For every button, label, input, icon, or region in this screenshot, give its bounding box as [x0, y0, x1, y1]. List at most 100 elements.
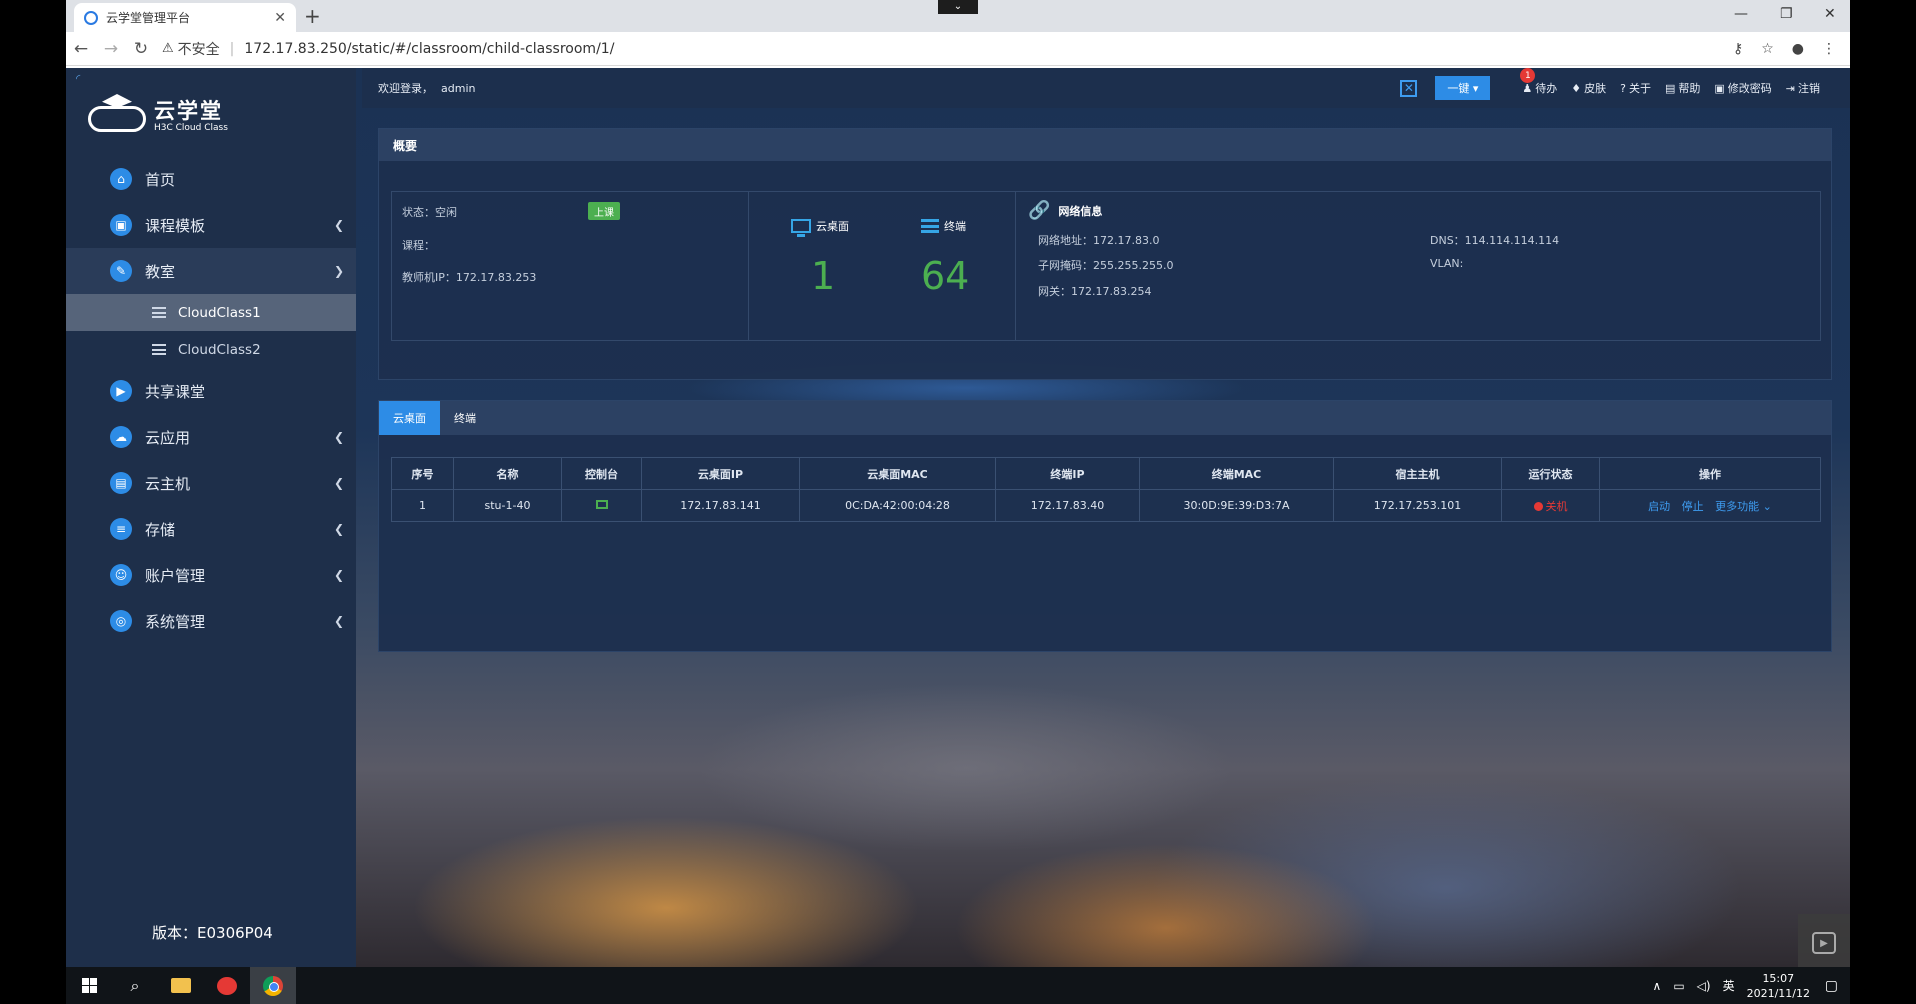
stop-link[interactable]: 停止 [1682, 500, 1704, 513]
help-button[interactable]: ▤ 帮助 [1665, 80, 1700, 96]
row-desktop-ip: 172.17.83.141 [641, 489, 800, 522]
snail-app-button[interactable] [204, 967, 250, 1004]
chevron-left-icon: ❮ [333, 614, 344, 628]
tab-strip: 云学堂管理平台 ✕ + ⌄ — ❐ ✕ [66, 0, 1850, 32]
browser-tab[interactable]: 云学堂管理平台 ✕ [74, 3, 296, 32]
sidebar-item-storage[interactable]: ≡ 存储 ❮ [66, 506, 356, 552]
table-header-row: 序号 名称 控制台 云桌面IP 云桌面MAC 终端IP 终端MAC 宿主主机 运… [391, 457, 1821, 490]
ime-indicator[interactable]: 英 [1723, 977, 1735, 994]
reload-button[interactable]: ↻ [126, 39, 156, 59]
dns: DNS：114.114.114.114 [1430, 234, 1560, 247]
fullscreen-icon[interactable]: ✕ [1400, 79, 1418, 97]
change-password-button[interactable]: ▣ 修改密码 [1714, 80, 1771, 96]
link-icon: 🔗 [1028, 200, 1051, 221]
sidebar-item-cloud-apps[interactable]: ☁ 云应用 ❮ [66, 414, 356, 460]
sidebar-item-accounts[interactable]: ☺ 账户管理 ❮ [66, 552, 356, 598]
clock[interactable]: 15:07 2021/11/12 [1747, 971, 1810, 1001]
chevron-up-icon[interactable]: ∧ [1653, 979, 1662, 993]
chevron-down-icon[interactable]: ⌄ [938, 0, 978, 14]
floating-widget-button[interactable]: ▶ [1798, 914, 1850, 967]
chevron-left-icon: ❮ [333, 568, 344, 582]
row-terminal-ip: 172.17.83.40 [995, 489, 1140, 522]
overview-panel: 概要 状态：空闲 上课 课程： 教师机IP：172.17.83.253 云桌面 … [378, 128, 1832, 380]
volume-icon[interactable]: ◁) [1697, 979, 1711, 993]
device-table: 序号 名称 控制台 云桌面IP 云桌面MAC 终端IP 终端MAC 宿主主机 运… [391, 457, 1821, 522]
profile-icon[interactable]: ● [1792, 41, 1804, 57]
todo-button[interactable]: 1 ♟ 待办 [1520, 68, 1558, 96]
column-header: 名称 [453, 457, 562, 490]
key-icon[interactable]: ⚷ [1733, 41, 1743, 57]
template-icon: ▣ [110, 214, 132, 236]
new-tab-button[interactable]: + [304, 4, 321, 28]
sidebar-item-course-template[interactable]: ▣ 课程模板 ❮ [66, 202, 356, 248]
tab-close-icon[interactable]: ✕ [274, 10, 286, 26]
todo-label: 待办 [1535, 82, 1558, 95]
logout-button[interactable]: ⇥ 注销 [1786, 80, 1820, 96]
tab-cloud-desktop[interactable]: 云桌面 [379, 401, 440, 435]
column-header: 宿主主机 [1333, 457, 1502, 490]
one-key-dropdown[interactable]: 一键 ▾ [1435, 76, 1491, 100]
chevron-left-icon: ❮ [333, 430, 344, 444]
menu-icon[interactable]: ⋮ [1822, 41, 1836, 57]
sidebar-item-cloud-host[interactable]: ▤ 云主机 ❮ [66, 460, 356, 506]
tab-terminal[interactable]: 终端 [440, 401, 490, 435]
status-label: 关机 [1545, 499, 1568, 513]
sidebar-item-home[interactable]: ⌂ 首页 [66, 156, 356, 202]
table-row: 1 stu-1-40 172.17.83.141 0C:DA:42:00:04:… [391, 489, 1821, 522]
start-link[interactable]: 启动 [1648, 500, 1670, 513]
desktop-count: 1 [811, 254, 836, 298]
sidebar-item-shared-class[interactable]: ▶ 共享课堂 [66, 368, 356, 414]
classroom-icon: ✎ [110, 260, 132, 282]
close-window-button[interactable]: ✕ [1824, 6, 1836, 22]
screen: 云学堂管理平台 ✕ + ⌄ — ❐ ✕ ← → ↻ ⚠ 不安全 | 172.17… [0, 0, 1916, 1004]
star-icon[interactable]: ☆ [1761, 41, 1774, 57]
question-icon: ? [1620, 81, 1626, 95]
more-functions-dropdown[interactable]: 更多功能 ⌄ [1715, 500, 1772, 513]
start-class-button[interactable]: 上课 [588, 202, 620, 220]
chevron-left-icon: ❮ [333, 218, 344, 232]
host-icon: ▤ [110, 472, 132, 494]
home-icon: ⌂ [110, 168, 132, 190]
row-index: 1 [391, 489, 454, 522]
notification-icon[interactable]: ▢ [1825, 978, 1838, 994]
search-icon[interactable]: ⌕ [112, 967, 158, 1004]
url-bar[interactable]: ⚠ 不安全 | 172.17.83.250/static/#/classroom… [162, 36, 1733, 62]
back-button[interactable]: ← [66, 39, 96, 59]
column-header: 操作 [1599, 457, 1821, 490]
sidebar-subitem-cloudclass1[interactable]: CloudClass1 [66, 294, 356, 331]
minimize-button[interactable]: — [1734, 6, 1748, 22]
row-status: 关机 [1501, 489, 1600, 522]
sidebar-item-label: 存储 [145, 520, 176, 539]
sidebar-item-classroom[interactable]: ✎ 教室 ❯ [66, 248, 356, 294]
shirt-icon: ♦ [1571, 81, 1582, 95]
overview-body: 状态：空闲 上课 课程： 教师机IP：172.17.83.253 云桌面 1 终… [391, 191, 1821, 341]
monitor-icon [791, 219, 811, 237]
skin-button[interactable]: ♦ 皮肤 [1571, 80, 1606, 96]
row-actions: 启动 停止 更多功能 ⌄ [1599, 489, 1821, 522]
restore-button[interactable]: ❐ [1780, 6, 1793, 22]
status-badge: 关机 [1533, 499, 1568, 513]
storage-icon: ≡ [110, 518, 132, 540]
about-button[interactable]: ? 关于 [1620, 80, 1651, 96]
sidebar: ◜ 云学堂 H3C Cloud Class ⌂ 首页 ▣ 课程模板 ❮ ✎ 教室… [66, 68, 356, 967]
desktop-count-label: 云桌面 [791, 218, 849, 237]
logo: 云学堂 H3C Cloud Class [88, 94, 228, 134]
list-icon [152, 344, 166, 355]
network-address: 网络地址：172.17.83.0 [1038, 234, 1160, 247]
play-icon: ▶ [110, 380, 132, 402]
forward-button[interactable]: → [96, 39, 126, 59]
file-explorer-button[interactable] [158, 967, 204, 1004]
sidebar-item-label: 课程模板 [145, 216, 206, 235]
sidebar-item-system[interactable]: ◎ 系统管理 ❮ [66, 598, 356, 644]
chrome-taskbar-button[interactable] [250, 967, 296, 1004]
panel-title: 概要 [379, 129, 1831, 161]
chevron-down-icon: ❯ [333, 264, 344, 278]
person-icon: ♟ [1522, 81, 1533, 95]
network-icon[interactable]: ▭ [1673, 979, 1684, 993]
sidebar-subitem-cloudclass2[interactable]: CloudClass2 [66, 331, 356, 368]
tab-title: 云学堂管理平台 [106, 11, 191, 25]
network-title: 🔗 网络信息 [1028, 200, 1102, 221]
row-terminal-mac: 30:0D:9E:39:D3:7A [1139, 489, 1334, 522]
start-button[interactable] [66, 967, 112, 1004]
console-icon[interactable] [595, 500, 608, 509]
